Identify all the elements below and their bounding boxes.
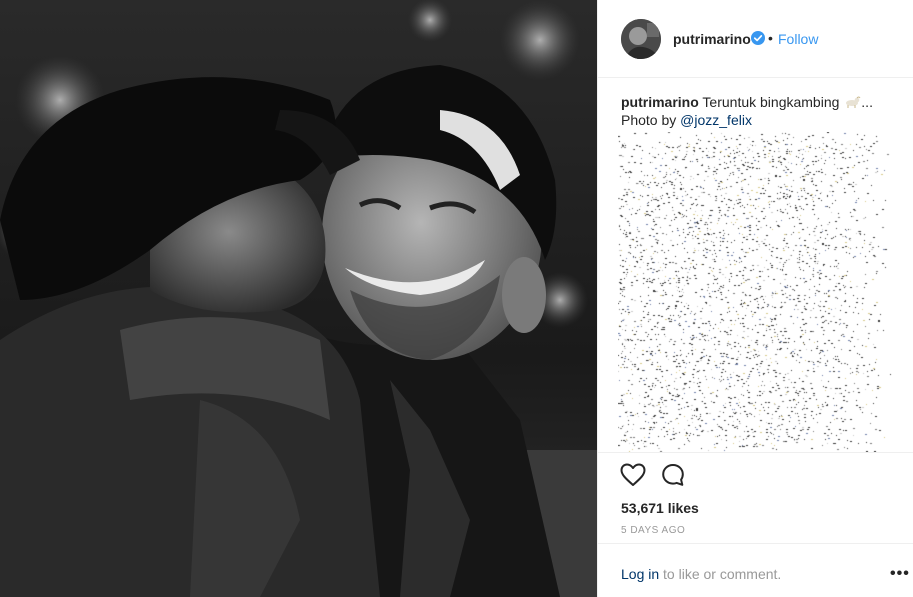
- post-footer: Log in to like or comment. •••: [598, 543, 913, 597]
- photo-credit-prefix: Photo by: [621, 112, 677, 128]
- avatar-image: [621, 19, 661, 59]
- avatar[interactable]: [621, 19, 661, 59]
- post-photo[interactable]: [0, 0, 597, 597]
- caption-username[interactable]: putrimarino: [621, 94, 699, 110]
- login-prompt: Log in to like or comment.: [621, 566, 781, 582]
- goat-emoji-icon: [846, 96, 861, 108]
- caption-more[interactable]: ...: [861, 94, 873, 110]
- post-header: putrimarino • Follow: [598, 0, 913, 78]
- ellipsis-icon[interactable]: •••: [890, 565, 910, 583]
- header-separator: •: [768, 30, 773, 46]
- follow-button[interactable]: Follow: [778, 31, 818, 47]
- likes-count[interactable]: 53,671 likes: [621, 500, 699, 516]
- verified-badge-icon: [751, 31, 765, 45]
- speech-bubble-icon[interactable]: [661, 463, 685, 487]
- caption-text: Teruntuk bingkambing: [702, 94, 840, 110]
- photo-credit-mention[interactable]: @jozz_felix: [680, 112, 752, 128]
- login-link[interactable]: Log in: [621, 566, 659, 582]
- post-photo-image: [0, 0, 597, 597]
- login-prompt-text: to like or comment.: [659, 566, 782, 582]
- header-username[interactable]: putrimarino: [673, 31, 751, 47]
- post-side-panel: putrimarino • Follow putrimarino Teruntu…: [597, 0, 913, 597]
- heart-outline-icon[interactable]: [620, 463, 646, 487]
- post-caption: putrimarino Teruntuk bingkambing ... Pho…: [621, 93, 896, 129]
- obscured-comments: [618, 132, 894, 462]
- post-timestamp[interactable]: 5 DAYS AGO: [621, 525, 685, 536]
